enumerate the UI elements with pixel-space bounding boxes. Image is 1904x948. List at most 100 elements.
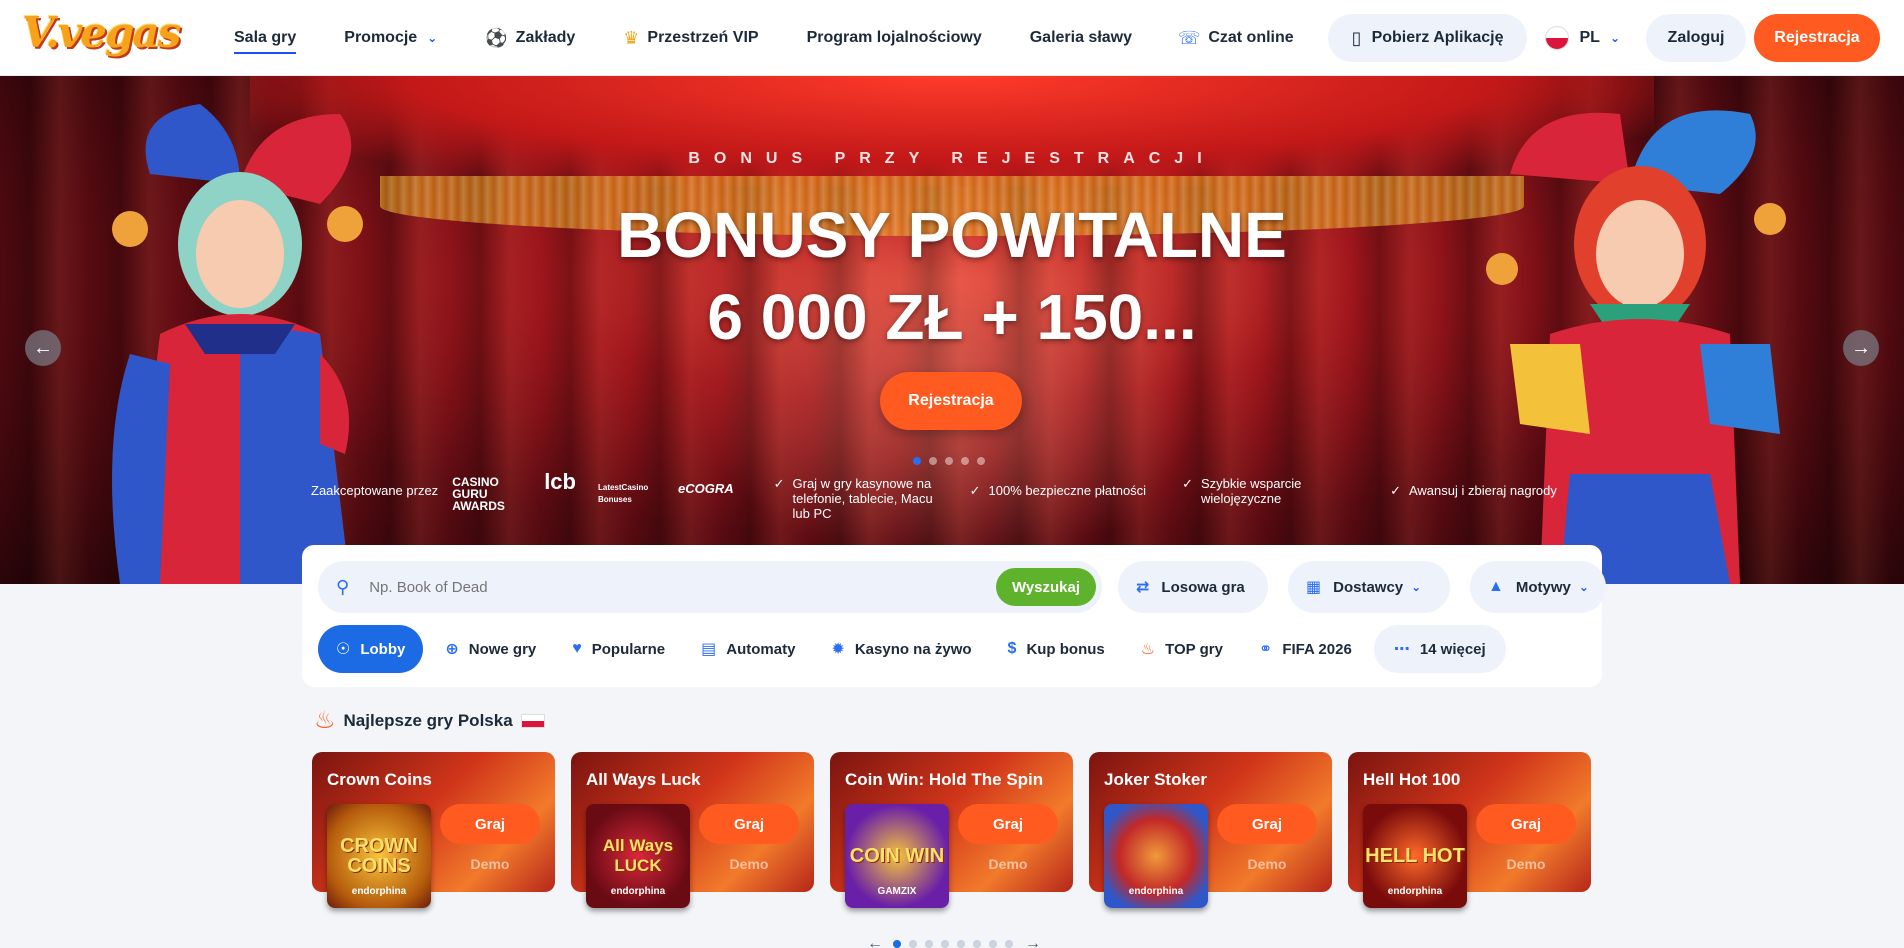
fire-icon: ♨ <box>1140 641 1156 658</box>
carousel-dot[interactable] <box>977 457 985 465</box>
chevron-down-icon: ⌄ <box>1609 31 1620 45</box>
game-card[interactable]: Crown Coins CROWN COINS endorphina Graj … <box>312 752 555 908</box>
play-button[interactable]: Graj <box>440 804 540 844</box>
pager-next-arrow-icon[interactable]: → <box>1025 935 1041 948</box>
tab-automaty[interactable]: ▤ Automaty <box>687 625 809 673</box>
nav-program-lojalnosciowy[interactable]: Program lojalnościowy <box>807 0 982 76</box>
game-title: All Ways Luck <box>586 770 701 789</box>
game-thumbnail[interactable]: All Ways LUCK endorphina <box>586 804 690 908</box>
search-input[interactable] <box>369 578 970 596</box>
top-games-heading: ♨ Najlepsze gry Polska <box>314 706 545 735</box>
providers-label: Dostawcy <box>1333 578 1404 596</box>
curtain-valance <box>250 76 1654 186</box>
game-thumbnail[interactable]: endorphina <box>1104 804 1208 908</box>
pager-prev-arrow-icon[interactable]: ← <box>867 935 883 948</box>
nav-sala-gry[interactable]: Sala gry <box>234 0 297 76</box>
demo-link[interactable]: Demo <box>440 856 540 872</box>
game-thumbnail[interactable]: COIN WIN GAMZIX <box>845 804 949 908</box>
provider-label: GAMZIX <box>877 886 917 897</box>
vvegas-logo[interactable]: V.vegas <box>22 8 181 57</box>
pager-dot[interactable] <box>957 940 965 948</box>
provider-label: endorphina <box>1128 886 1184 897</box>
language-selector[interactable]: PL ⌄ <box>1545 26 1620 50</box>
carousel-dot[interactable] <box>913 457 921 465</box>
play-button[interactable]: Graj <box>1217 804 1317 844</box>
pager-dot[interactable] <box>893 940 901 948</box>
ecogra-logo: eCOGRA <box>677 481 734 496</box>
top-games-title: Najlepsze gry Polska <box>343 710 513 730</box>
feature-item: ✓ Graj w gry kasynowe na telefonie, tabl… <box>774 476 934 521</box>
hero-banner: BONUS PRZY REJESTRACJI BONUSY POWITALNE … <box>0 76 1904 584</box>
tab-kasyno-na-zywo[interactable]: ✹ Kasyno na żywo <box>817 625 985 673</box>
pager-dot[interactable] <box>925 940 933 948</box>
tab-kup-bonus[interactable]: $ Kup bonus <box>994 625 1119 673</box>
tab-more[interactable]: ⋯ 14 więcej <box>1373 625 1506 673</box>
carousel-dot[interactable] <box>961 457 969 465</box>
carousel-dot[interactable] <box>945 457 953 465</box>
category-label: Popularne <box>591 640 666 658</box>
register-button[interactable]: Rejestracja <box>1754 14 1880 62</box>
search-bar: ⚲ Wyszukaj <box>318 561 1102 613</box>
game-card[interactable]: Joker Stoker endorphina Graj Demo <box>1089 752 1332 908</box>
chat-online-link[interactable]: ☏ Czat online <box>1178 28 1294 49</box>
demo-link[interactable]: Demo <box>1476 856 1576 872</box>
random-game-label: Losowa gra <box>1161 578 1245 596</box>
carousel-prev-arrow-icon[interactable]: ← <box>25 330 61 366</box>
pager-dot[interactable] <box>1005 940 1013 948</box>
grid-icon: ▦ <box>1306 579 1322 596</box>
random-game-button[interactable]: ⇄ Losowa gra <box>1118 561 1268 613</box>
game-filter-panel: ⚲ Wyszukaj ⇄ Losowa gra ▦ Dostawcy ⌄ ▲ M… <box>302 545 1606 687</box>
nav-label: Promocje <box>344 29 418 46</box>
play-button[interactable]: Graj <box>958 804 1058 844</box>
shuffle-icon: ⇄ <box>1136 579 1150 596</box>
game-card[interactable]: All Ways Luck All Ways LUCK endorphina G… <box>571 752 814 908</box>
feature-label: Awansuj i zbieraj nagrody <box>1408 483 1557 498</box>
carousel-next-arrow-icon[interactable]: → <box>1843 330 1879 366</box>
pager-dot[interactable] <box>941 940 949 948</box>
thumb-text: HELL HOT <box>1365 845 1465 867</box>
category-label: TOP gry <box>1165 640 1223 658</box>
hero-register-button[interactable]: Rejestracja <box>880 372 1022 430</box>
nav-promocje[interactable]: Promocje ⌄ <box>344 0 437 76</box>
tab-nowe-gry[interactable]: ⊕ Nowe gry <box>431 625 550 673</box>
plus-circle-icon: ⊕ <box>445 641 459 658</box>
search-button[interactable]: Wyszukaj <box>996 568 1096 606</box>
soccer-ball-icon: ⚽ <box>485 27 508 48</box>
nav-galeria-slawy[interactable]: Galeria sławy <box>1030 0 1132 76</box>
providers-dropdown[interactable]: ▦ Dostawcy ⌄ <box>1288 561 1450 613</box>
provider-label: endorphina <box>610 886 666 897</box>
tab-top-gry[interactable]: ♨ TOP gry <box>1127 625 1237 673</box>
login-button[interactable]: Zaloguj <box>1646 14 1746 62</box>
demo-link[interactable]: Demo <box>958 856 1058 872</box>
play-button[interactable]: Graj <box>1476 804 1576 844</box>
carousel-dot[interactable] <box>929 457 937 465</box>
nav-zaklady[interactable]: ⚽ Zakłady <box>485 0 575 76</box>
game-title: Joker Stoker <box>1104 770 1207 789</box>
pager-dot[interactable] <box>909 940 917 948</box>
nav-przestrzen-vip[interactable]: ♛ Przestrzeń VIP <box>623 0 758 76</box>
tab-popularne[interactable]: ♥ Popularne <box>558 625 679 673</box>
more-dots-icon: ⋯ <box>1393 641 1410 658</box>
game-thumbnail[interactable]: HELL HOT endorphina <box>1363 804 1467 908</box>
feature-item: ✓ Awansuj i zbieraj nagrody <box>1390 483 1557 499</box>
play-button[interactable]: Graj <box>699 804 799 844</box>
download-app-button[interactable]: ▯ Pobierz Aplikację <box>1327 14 1528 62</box>
game-card[interactable]: Hell Hot 100 HELL HOT endorphina Graj De… <box>1348 752 1591 908</box>
themes-dropdown[interactable]: ▲ Motywy ⌄ <box>1470 561 1606 613</box>
tab-lobby[interactable]: ☉ Lobby <box>318 625 424 673</box>
game-thumbnail[interactable]: CROWN COINS endorphina <box>327 804 431 908</box>
pager-dot[interactable] <box>973 940 981 948</box>
fire-icon: ♨ <box>314 707 336 734</box>
latest-casino-bonuses-logo: LatestCasino Bonuses <box>597 483 649 504</box>
nav-label: Sala gry <box>234 29 297 46</box>
provider-label: endorphina <box>351 886 407 897</box>
category-label: 14 więcej <box>1419 640 1486 658</box>
demo-link[interactable]: Demo <box>699 856 799 872</box>
game-card[interactable]: Coin Win: Hold The Spin COIN WIN GAMZIX … <box>830 752 1073 908</box>
feature-item: ✓ 100% bezpieczne płatności <box>970 483 1146 499</box>
pager-dot[interactable] <box>989 940 997 948</box>
tab-fifa-2026[interactable]: ⚭ FIFA 2026 <box>1245 625 1366 673</box>
checkmark-icon: ✓ <box>969 483 981 498</box>
trophy-icon: ⚭ <box>1258 641 1273 658</box>
demo-link[interactable]: Demo <box>1217 856 1317 872</box>
